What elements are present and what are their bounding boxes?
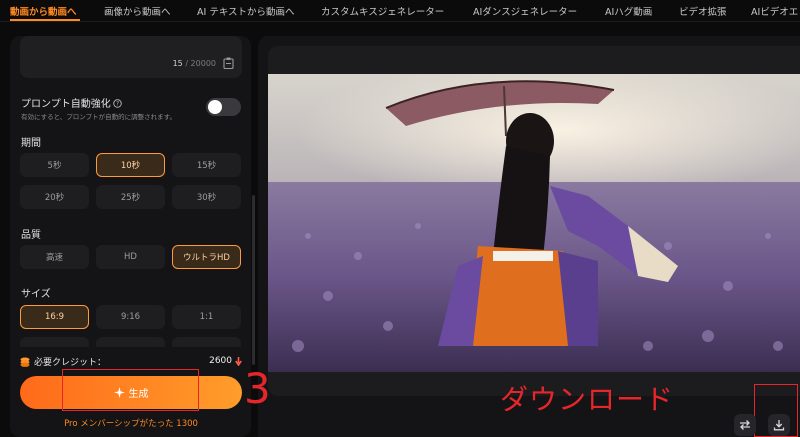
tab-kiss-generator[interactable]: カスタムキスジェネレーター xyxy=(321,4,444,18)
tab-image-to-video[interactable]: 画像から動画へ xyxy=(104,4,171,18)
regenerate-button[interactable] xyxy=(734,414,756,436)
size-label: サイズ xyxy=(21,289,51,300)
tab-hug-video[interactable]: AIハグ動画 xyxy=(605,4,652,18)
highlight-generate xyxy=(62,369,199,411)
panel-scrollbar[interactable] xyxy=(252,195,255,365)
tab-video-extend[interactable]: ビデオ拡張 xyxy=(679,4,727,18)
duration-label: 期間 xyxy=(21,138,41,149)
duration-option[interactable]: 5秒 xyxy=(20,153,89,177)
quality-option[interactable]: 高速 xyxy=(20,245,89,269)
tab-video-to-video[interactable]: 動画から動画へ xyxy=(10,4,77,18)
prompt-textarea[interactable]: 15 / 20000 xyxy=(20,36,242,78)
duration-option[interactable]: 20秒 xyxy=(20,185,89,209)
size-option-partial[interactable] xyxy=(96,337,165,347)
coin-stack-icon xyxy=(20,357,30,367)
swap-arrows-icon xyxy=(740,420,750,430)
duration-option[interactable]: 15秒 xyxy=(172,153,241,177)
size-option-partial[interactable] xyxy=(20,337,89,347)
enhance-label: プロンプト自動強化? xyxy=(21,95,122,110)
credits-label: 必要クレジット： xyxy=(34,358,107,368)
toggle-knob xyxy=(208,100,222,114)
download-button[interactable] xyxy=(768,414,790,436)
download-annotation: ダウンロード xyxy=(500,383,675,416)
char-counter: 15 / 20000 xyxy=(172,59,216,68)
arrow-down-icon xyxy=(235,357,242,366)
tab-text-to-video[interactable]: AI テキストから動画へ xyxy=(197,4,295,18)
generated-video-frame xyxy=(268,46,800,396)
download-icon xyxy=(773,420,785,431)
pro-membership-promo[interactable]: Pro メンバーシップがたった 1300 xyxy=(0,417,262,429)
quality-label: 品質 xyxy=(21,230,41,241)
enhance-description: 有効にすると、プロンプトが自動的に調整されます。 xyxy=(21,113,176,121)
enhance-toggle[interactable] xyxy=(206,98,241,116)
quality-option[interactable]: HD xyxy=(96,245,165,269)
size-option-selected[interactable]: 16:9 xyxy=(20,305,89,329)
size-option[interactable]: 9:16 xyxy=(96,305,165,329)
quality-option-selected[interactable]: ウルトラHD xyxy=(172,245,241,269)
duration-option-selected[interactable]: 10秒 xyxy=(96,153,165,177)
size-option[interactable]: 1:1 xyxy=(172,305,241,329)
tab-ai-video-edit[interactable]: AIビデオエ xyxy=(751,4,798,18)
size-option-partial[interactable] xyxy=(172,337,241,347)
clipboard-icon[interactable] xyxy=(223,57,234,69)
top-nav: 動画から動画へ 画像から動画へ AI テキストから動画へ カスタムキスジェネレー… xyxy=(0,0,800,22)
active-tab-indicator xyxy=(10,19,80,21)
credits-value: 2600 xyxy=(209,356,232,366)
tab-dance-generator[interactable]: AIダンスジェネレーター xyxy=(473,4,577,18)
video-preview[interactable] xyxy=(268,46,800,396)
duration-option[interactable]: 30秒 xyxy=(172,185,241,209)
svg-text:?: ? xyxy=(116,102,119,108)
duration-option[interactable]: 25秒 xyxy=(96,185,165,209)
help-circle-icon[interactable]: ? xyxy=(112,99,122,108)
credits-row: 必要クレジット： 2600 xyxy=(20,355,242,369)
step-number-annotation: 3 xyxy=(244,364,271,413)
